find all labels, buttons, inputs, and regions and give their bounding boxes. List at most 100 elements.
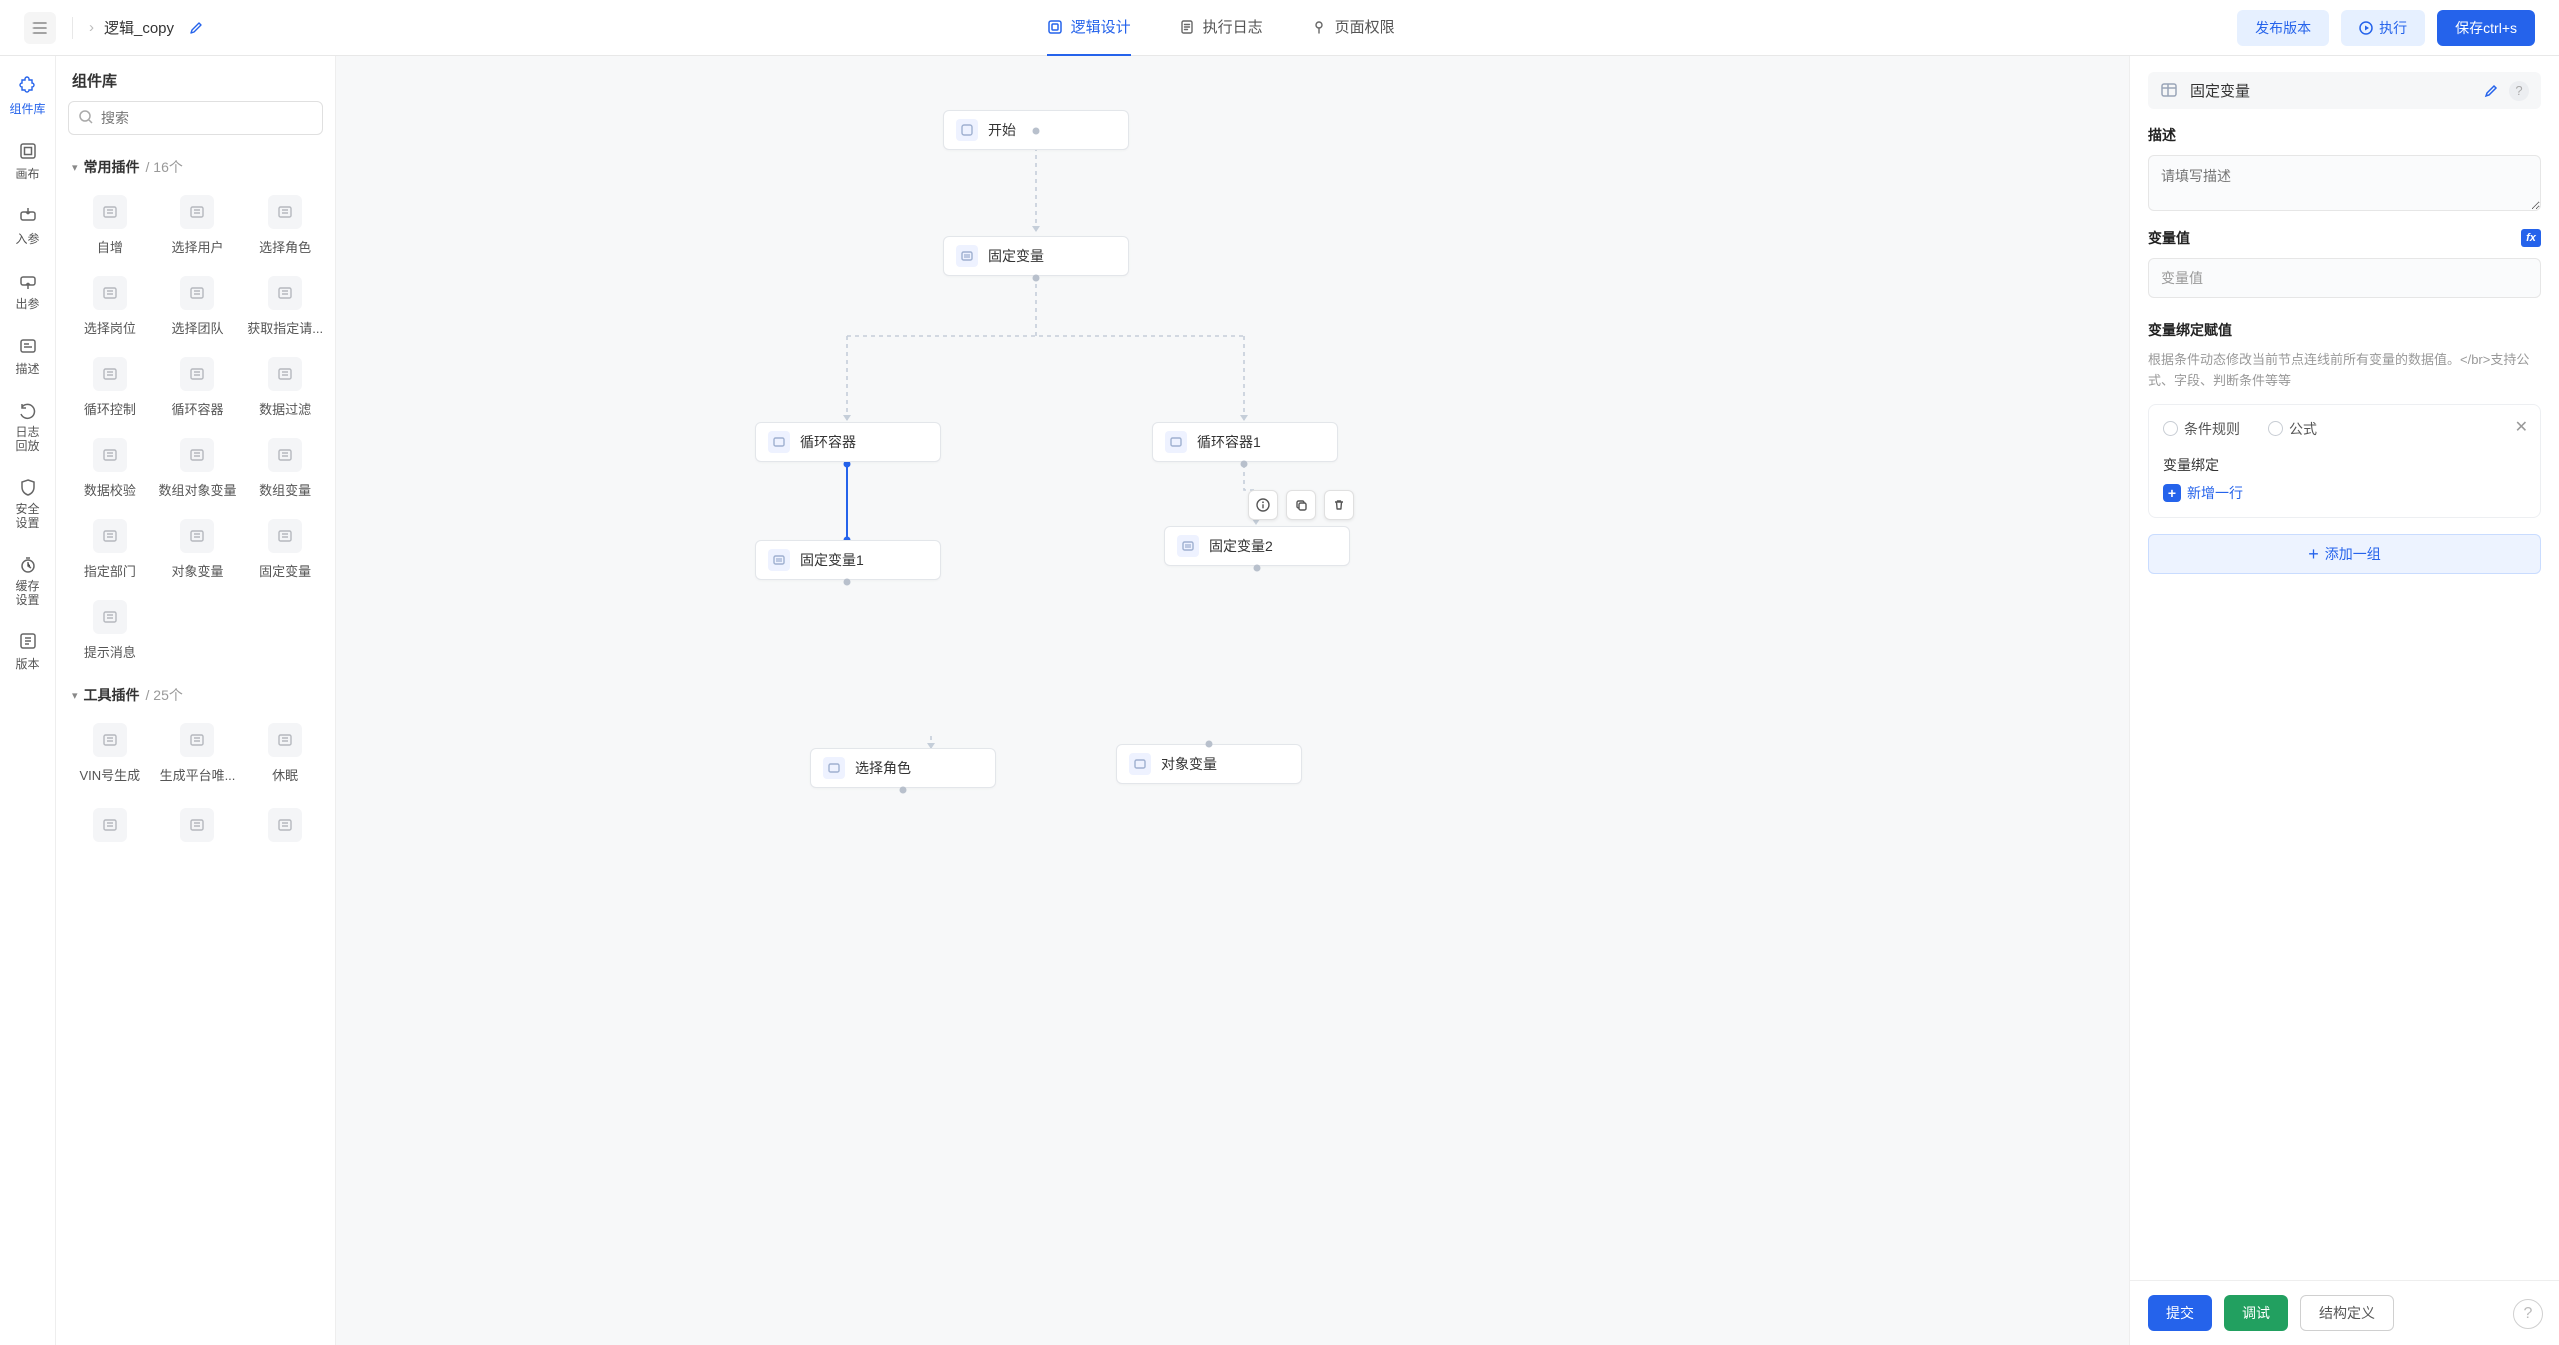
- node-info-button[interactable]: [1248, 490, 1278, 520]
- radio-formula[interactable]: 公式: [2268, 419, 2317, 439]
- library-item[interactable]: 休眠: [243, 717, 327, 790]
- library-item[interactable]: 选择岗位: [68, 270, 152, 343]
- library-item[interactable]: 对象变量: [156, 513, 240, 586]
- node-delete-button[interactable]: [1324, 490, 1354, 520]
- tab-page-perm[interactable]: 页面权限: [1311, 0, 1395, 56]
- node-fixed-var1[interactable]: 固定变量1: [755, 540, 941, 580]
- component-tile-icon: [268, 519, 302, 553]
- copy-icon: [1294, 498, 1308, 512]
- component-tile-icon: [268, 723, 302, 757]
- library-item[interactable]: 指定部门: [68, 513, 152, 586]
- add-group-button[interactable]: + 添加一组: [2148, 534, 2541, 574]
- node-loop1[interactable]: 循环容器1: [1152, 422, 1338, 462]
- library-item[interactable]: 获取指定请...: [243, 270, 327, 343]
- rail-out-params[interactable]: 出参: [4, 263, 52, 320]
- library-item[interactable]: 固定变量: [243, 513, 327, 586]
- rail-version[interactable]: 版本: [4, 623, 52, 680]
- bind-group-card: ✕ 条件规则 公式 变量绑定 + 新增一行: [2148, 404, 2541, 518]
- rail-log-replay[interactable]: 日志 回放: [4, 393, 52, 462]
- info-icon: [1256, 498, 1270, 512]
- stopwatch-icon: [18, 555, 38, 575]
- library-item[interactable]: 数据校验: [68, 432, 152, 505]
- bind-hint: 根据条件动态修改当前节点连线前所有变量的数据值。</br>支持公式、字段、判断条…: [2148, 350, 2541, 392]
- search-input[interactable]: [68, 101, 323, 135]
- fx-button[interactable]: fx: [2521, 229, 2541, 247]
- flow-canvas[interactable]: 开始 固定变量 循环容器 循环容器1 固定变量1: [336, 56, 2129, 1345]
- rail-component-lib[interactable]: 组件库: [4, 68, 52, 125]
- test-button[interactable]: 调试: [2224, 1295, 2288, 1331]
- trash-icon: [1332, 498, 1346, 512]
- library-item[interactable]: 循环控制: [68, 351, 152, 424]
- struct-def-button[interactable]: 结构定义: [2300, 1295, 2394, 1331]
- rail-description[interactable]: 描述: [4, 328, 52, 385]
- rail-security[interactable]: 安全 设置: [4, 470, 52, 539]
- floating-help-button[interactable]: ?: [2513, 1299, 2543, 1329]
- component-label: 自增: [97, 237, 123, 256]
- component-tile-icon: [268, 357, 302, 391]
- node-copy-button[interactable]: [1286, 490, 1316, 520]
- edge-dot: [900, 787, 907, 794]
- library-item[interactable]: 数组变量: [243, 432, 327, 505]
- library-item[interactable]: VIN号生成: [68, 717, 152, 790]
- help-button[interactable]: ?: [2509, 81, 2529, 101]
- shield-icon: [18, 478, 38, 498]
- library-item[interactable]: [243, 802, 327, 848]
- tab-exec-log[interactable]: 执行日志: [1179, 0, 1263, 56]
- component-tile-icon: [93, 519, 127, 553]
- node-icon: [768, 431, 790, 453]
- node-obj-var[interactable]: 对象变量: [1116, 744, 1302, 784]
- rail-cache[interactable]: 缓存 设置: [4, 547, 52, 616]
- text-icon: [18, 336, 38, 356]
- save-button[interactable]: 保存ctrl+s: [2437, 10, 2535, 46]
- node-select-role[interactable]: 选择角色: [810, 748, 996, 788]
- edit-icon[interactable]: [188, 20, 204, 36]
- library-item[interactable]: 选择角色: [243, 189, 327, 262]
- submit-button[interactable]: 提交: [2148, 1295, 2212, 1331]
- edit-title-button[interactable]: [2483, 83, 2499, 99]
- component-label: VIN号生成: [79, 765, 140, 784]
- menu-toggle-button[interactable]: [24, 12, 56, 44]
- value-input[interactable]: 变量值: [2148, 258, 2541, 298]
- component-tile-icon: [93, 276, 127, 310]
- component-label: 选择角色: [259, 237, 311, 256]
- library-item[interactable]: [68, 802, 152, 848]
- library-item[interactable]: 选择用户: [156, 189, 240, 262]
- component-label: 数据过滤: [259, 399, 311, 418]
- library-item[interactable]: 提示消息: [68, 594, 152, 667]
- component-label: 获取指定请...: [247, 318, 323, 337]
- add-line-button[interactable]: + 新增一行: [2163, 483, 2526, 503]
- bind-label: 变量绑定赋值: [2148, 320, 2541, 340]
- library-item[interactable]: 生成平台唯...: [156, 717, 240, 790]
- tab-logic-design[interactable]: 逻辑设计: [1047, 0, 1131, 56]
- radio-rule[interactable]: 条件规则: [2163, 419, 2240, 439]
- sub-bind-label: 变量绑定: [2163, 455, 2526, 475]
- library-item[interactable]: 选择团队: [156, 270, 240, 343]
- group-common-header[interactable]: ▾ 常用插件 / 16个: [64, 147, 331, 185]
- remove-group-button[interactable]: ✕: [2515, 417, 2528, 437]
- log-icon: [1179, 19, 1195, 35]
- library-item[interactable]: 数据过滤: [243, 351, 327, 424]
- version-icon: [18, 631, 38, 651]
- value-label: 变量值: [2148, 228, 2190, 248]
- publish-button[interactable]: 发布版本: [2237, 10, 2329, 46]
- component-label: 提示消息: [84, 642, 136, 661]
- rail-canvas[interactable]: 画布: [4, 133, 52, 190]
- library-item[interactable]: [156, 802, 240, 848]
- edge-dot: [1254, 565, 1261, 572]
- library-item[interactable]: 循环容器: [156, 351, 240, 424]
- node-loop[interactable]: 循环容器: [755, 422, 941, 462]
- group-tool-header[interactable]: ▾ 工具插件 / 25个: [64, 675, 331, 713]
- search-icon: [78, 109, 94, 125]
- node-icon: [956, 245, 978, 267]
- component-tile-icon: [180, 276, 214, 310]
- node-fixed-var[interactable]: 固定变量: [943, 236, 1129, 276]
- node-fixed-var2[interactable]: 固定变量2: [1164, 526, 1350, 566]
- rail-in-params[interactable]: 入参: [4, 198, 52, 255]
- library-item[interactable]: 数组对象变量: [156, 432, 240, 505]
- component-tile-icon: [180, 357, 214, 391]
- run-button[interactable]: 执行: [2341, 10, 2425, 46]
- component-label: 数组对象变量: [158, 480, 236, 499]
- edge-dot: [844, 579, 851, 586]
- library-item[interactable]: 自增: [68, 189, 152, 262]
- desc-input[interactable]: [2148, 155, 2541, 211]
